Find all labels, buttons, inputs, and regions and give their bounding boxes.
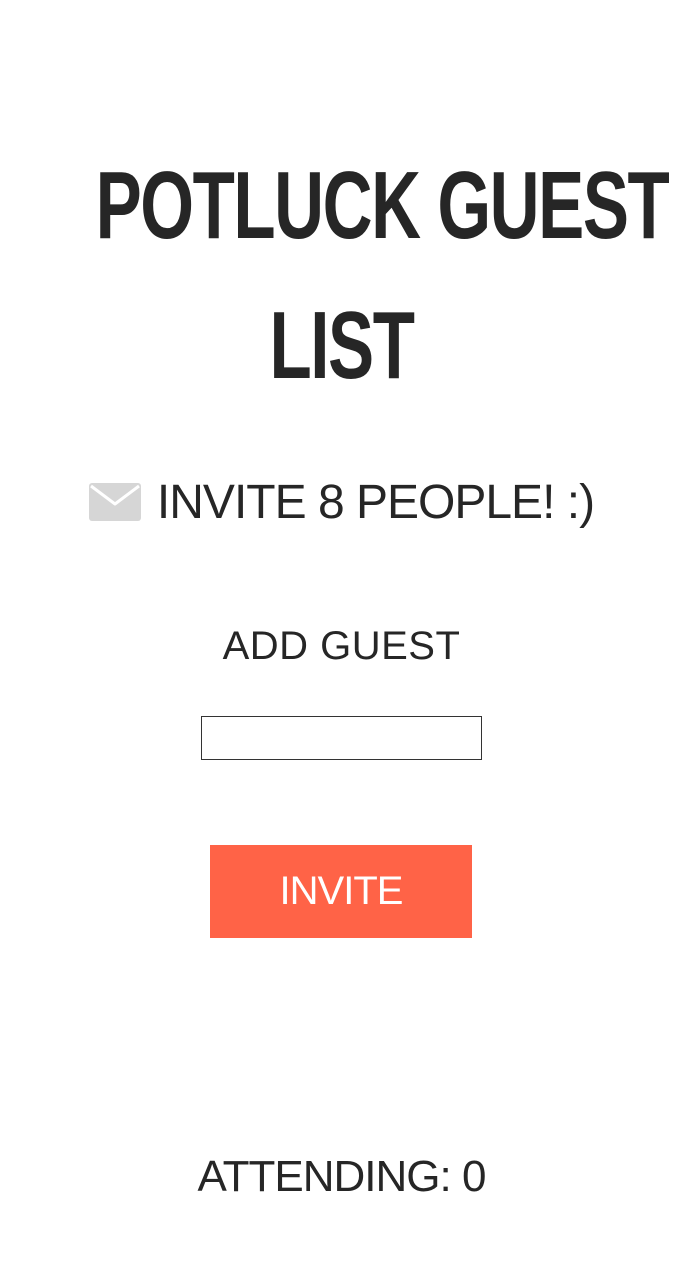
attending-count: ATTENDING: 0 xyxy=(197,1152,487,1201)
invite-goal-text: INVITE 8 PEOPLE! :) xyxy=(156,475,595,529)
guest-name-input[interactable] xyxy=(201,716,482,760)
invite-button[interactable]: INVITE xyxy=(210,845,472,938)
page-title: POTLUCK GUEST LIST xyxy=(95,136,670,416)
potluck-app: POTLUCK GUEST LIST INVITE 8 PEOPLE! :) A… xyxy=(0,0,683,1280)
invite-goal: INVITE 8 PEOPLE! :) xyxy=(0,472,683,532)
add-guest-label: ADD GUEST xyxy=(222,624,461,668)
page-title-line-1: POTLUCK GUEST xyxy=(95,152,670,259)
envelope-icon xyxy=(88,483,141,521)
page-title-line-2: LIST xyxy=(269,292,415,399)
